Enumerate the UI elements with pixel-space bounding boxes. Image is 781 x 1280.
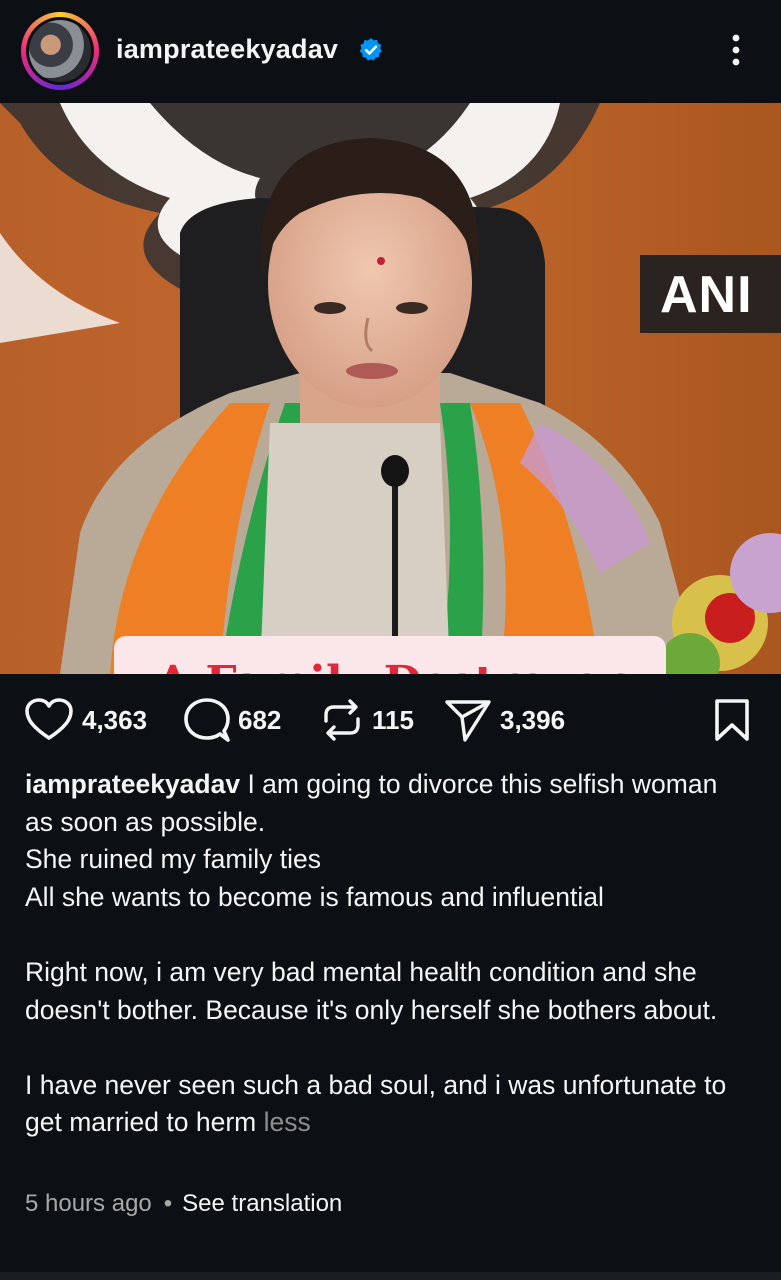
post-image[interactable]: ANI A Family Destroyer [0, 103, 781, 674]
caption-line-1: iamprateekyadav I am going to divorce th… [25, 766, 745, 841]
bookmark-icon [715, 699, 749, 741]
share-icon [445, 700, 491, 742]
post-action-bar: 4,363 682 115 3,396 [0, 690, 781, 750]
heart-icon [25, 698, 73, 740]
repost-count[interactable]: 115 [372, 705, 414, 736]
share-count[interactable]: 3,396 [500, 705, 565, 736]
more-vertical-icon[interactable] [722, 30, 750, 70]
post-meta: 5 hours ago • See translation [25, 1190, 342, 1218]
like-button[interactable]: 4,363 [24, 690, 147, 750]
post-username[interactable]: iamprateekyadav [116, 34, 338, 65]
caption-username[interactable]: iamprateekyadav [25, 769, 240, 799]
verified-badge-icon [359, 38, 382, 61]
caption-line-3: All she wants to become is famous and in… [25, 881, 604, 912]
like-count[interactable]: 4,363 [82, 705, 147, 736]
comment-button[interactable]: 682 [184, 690, 281, 750]
avatar-image [29, 20, 91, 82]
meta-separator: • [163, 1190, 173, 1217]
less-link[interactable]: less [264, 1107, 311, 1137]
share-button[interactable]: 3,396 [444, 690, 565, 750]
comment-icon [184, 698, 230, 742]
see-translation-link[interactable]: See translation [182, 1190, 342, 1217]
post-header: iamprateekyadav [0, 0, 781, 103]
post-photo-illustration [0, 103, 781, 674]
next-post-divider [0, 1272, 781, 1280]
caption-paragraph-3: I have never seen such a bad soul, and i… [25, 1067, 745, 1142]
repost-button[interactable]: 115 [320, 690, 414, 750]
caption-paragraph-2: Right now, i am very bad mental health c… [25, 956, 718, 1025]
image-overlay-text: A Family Destroyer [114, 636, 666, 674]
post-timestamp: 5 hours ago [25, 1190, 152, 1217]
comment-count[interactable]: 682 [238, 705, 281, 736]
caption-line-2: She ruined my family ties [25, 844, 322, 875]
post-caption: iamprateekyadav I am going to divorce th… [25, 766, 745, 1142]
caption-text-3: I have never seen such a bad soul, and i… [25, 1069, 727, 1138]
repost-icon [324, 699, 360, 741]
avatar[interactable] [26, 17, 94, 85]
save-button[interactable] [712, 690, 752, 750]
avatar-story-ring[interactable] [21, 12, 99, 90]
news-agency-tag: ANI [640, 255, 781, 333]
